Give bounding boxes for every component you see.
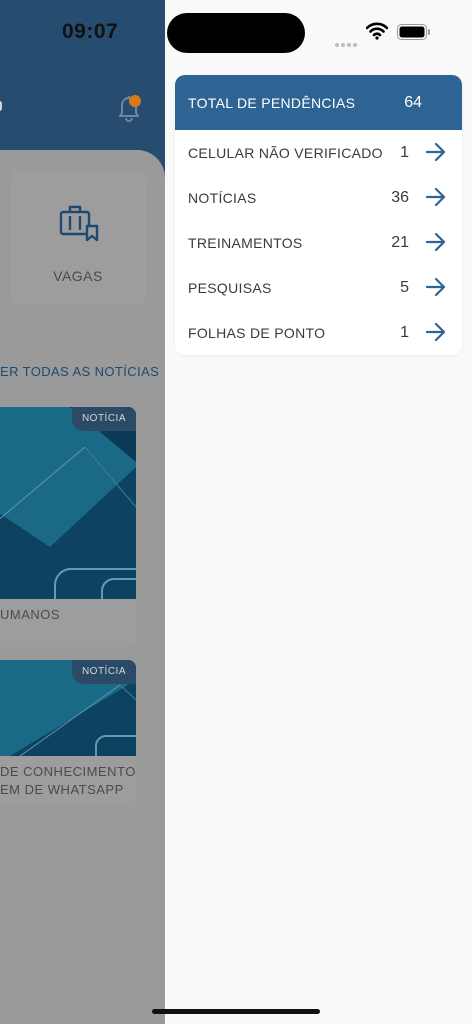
pendency-label: CELULAR NÃO VERIFICADO bbox=[188, 144, 383, 161]
arrow-right-icon[interactable] bbox=[425, 142, 447, 162]
news-title: UMANOS bbox=[0, 607, 61, 622]
menu-edge-icon bbox=[0, 101, 2, 111]
home-indicator[interactable] bbox=[152, 1009, 320, 1014]
news-image bbox=[0, 407, 136, 599]
see-all-news-link[interactable]: ER TODAS AS NOTÍCIAS bbox=[0, 364, 159, 379]
status-time: 09:07 bbox=[62, 20, 119, 43]
wifi-icon bbox=[366, 22, 388, 40]
news-badge: NOTÍCIA bbox=[71, 407, 136, 431]
notification-dot bbox=[129, 95, 141, 107]
pendency-count: 1 bbox=[400, 323, 409, 341]
pendency-count: 36 bbox=[391, 188, 409, 206]
pendencies-total: 64 bbox=[404, 93, 422, 111]
battery-icon bbox=[397, 24, 430, 40]
news-card[interactable]: NOTÍCIA UMANOS bbox=[0, 407, 136, 647]
pendency-item-treinamentos[interactable]: TREINAMENTOS 21 bbox=[175, 220, 462, 265]
pendencies-title: TOTAL DE PENDÊNCIAS bbox=[188, 94, 356, 111]
pendencies-header: TOTAL DE PENDÊNCIAS 64 bbox=[175, 75, 462, 130]
signal-icon bbox=[335, 34, 359, 52]
pendency-count: 5 bbox=[400, 278, 409, 296]
news-title-line: EM DE WHATSAPP bbox=[0, 782, 124, 797]
pendency-count: 21 bbox=[391, 233, 409, 251]
pendency-label: FOLHAS DE PONTO bbox=[188, 324, 326, 341]
dynamic-island bbox=[167, 13, 305, 53]
pendencies-card: TOTAL DE PENDÊNCIAS 64 CELULAR NÃO VERIF… bbox=[175, 75, 462, 355]
pendency-item-pesquisas[interactable]: PESQUISAS 5 bbox=[175, 265, 462, 310]
pendency-item-celular[interactable]: CELULAR NÃO VERIFICADO 1 bbox=[175, 130, 462, 175]
pendency-count: 1 bbox=[400, 143, 409, 161]
arrow-right-icon[interactable] bbox=[425, 232, 447, 252]
news-card[interactable]: NOTÍCIA DE CONHECIMENTO - EM DE WHATSAPP bbox=[0, 660, 136, 803]
background-app: 09:07 VAGAS ER TODAS AS NOTÍCIAS NOTÍCIA bbox=[0, 0, 165, 1024]
pendency-item-folhas-de-ponto[interactable]: FOLHAS DE PONTO 1 bbox=[175, 310, 462, 355]
arrow-right-icon[interactable] bbox=[425, 187, 447, 207]
vagas-label: VAGAS bbox=[53, 268, 103, 284]
arrow-right-icon[interactable] bbox=[425, 277, 447, 297]
vagas-card[interactable]: VAGAS bbox=[10, 170, 146, 304]
pendency-label: PESQUISAS bbox=[188, 279, 272, 296]
news-badge: NOTÍCIA bbox=[71, 660, 136, 684]
bell-icon[interactable] bbox=[114, 92, 144, 124]
pendency-label: NOTÍCIAS bbox=[188, 189, 257, 206]
briefcase-icon bbox=[59, 205, 99, 242]
pendency-label: TREINAMENTOS bbox=[188, 234, 303, 251]
arrow-right-icon[interactable] bbox=[425, 322, 447, 342]
pendency-item-noticias[interactable]: NOTÍCIAS 36 bbox=[175, 175, 462, 220]
